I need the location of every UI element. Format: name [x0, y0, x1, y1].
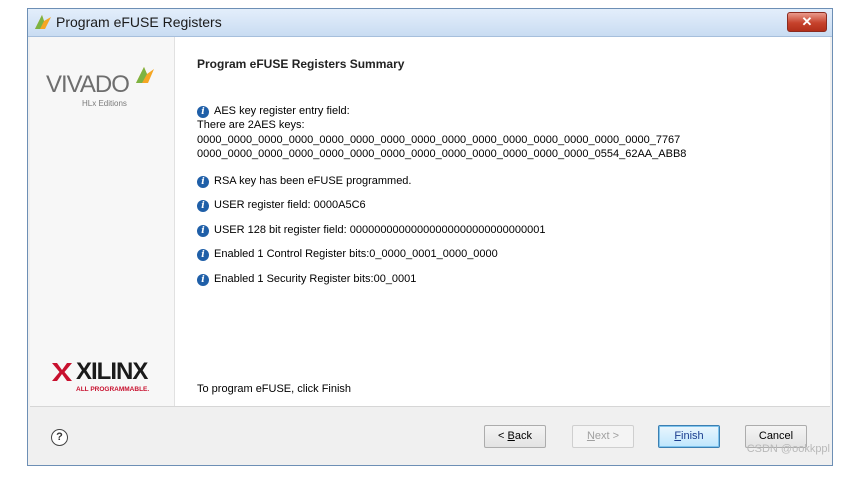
- window-title: Program eFUSE Registers: [56, 14, 222, 30]
- info-icon: i: [197, 225, 209, 237]
- control-register: Enabled 1 Control Register bits:0_0000_0…: [214, 248, 498, 260]
- next-button[interactable]: Next >: [572, 425, 634, 448]
- user128-register: USER 128 bit register field: 00000000000…: [214, 224, 546, 236]
- vivado-app-icon: [35, 15, 51, 32]
- close-icon: ✕: [801, 14, 813, 29]
- branding-panel: VIVADO HLx Editions XILINX ALL PROGRAMMA…: [30, 37, 175, 406]
- page-title: Program eFUSE Registers Summary: [197, 57, 405, 71]
- xilinx-tagline: ALL PROGRAMMABLE.: [76, 386, 150, 393]
- info-icon: i: [197, 249, 209, 261]
- security-register: Enabled 1 Security Register bits:00_0001: [214, 273, 417, 285]
- summary-panel: Program eFUSE Registers Summary i AES ke…: [197, 37, 820, 406]
- title-bar: Program eFUSE Registers ✕: [28, 9, 832, 37]
- watermark: CSDN @ookkppl: [746, 443, 830, 455]
- button-bar: ? < Back Next > Finish Cancel: [28, 407, 832, 465]
- xilinx-logo: XILINX ALL PROGRAMMABLE.: [52, 356, 162, 396]
- vivado-mark-icon: [134, 65, 156, 88]
- aes-label: AES key register entry field:: [214, 105, 350, 117]
- back-button[interactable]: < Back: [484, 425, 546, 448]
- help-button[interactable]: ?: [51, 429, 68, 446]
- xilinx-mark-icon: [52, 363, 72, 384]
- info-icon: i: [197, 176, 209, 188]
- efuse-dialog: Program eFUSE Registers ✕ VIVADO HLx Edi…: [27, 8, 833, 466]
- wizard-content: VIVADO HLx Editions XILINX ALL PROGRAMMA…: [30, 37, 830, 407]
- finish-hint: To program eFUSE, click Finish: [197, 383, 352, 395]
- user-register: USER register field: 0000A5C6: [214, 199, 366, 211]
- aes-key-2: 0000_0000_0000_0000_0000_0000_0000_0000_…: [197, 148, 687, 160]
- aes-count: There are 2AES keys:: [197, 119, 305, 131]
- help-icon: ?: [56, 431, 63, 443]
- vivado-wordmark: VIVADO: [46, 71, 130, 98]
- rsa-status: RSA key has been eFUSE programmed.: [214, 175, 412, 187]
- vivado-edition: HLx Editions: [82, 99, 127, 108]
- close-button[interactable]: ✕: [787, 12, 827, 32]
- vivado-logo: VIVADO HLx Editions: [46, 65, 156, 109]
- aes-key-1: 0000_0000_0000_0000_0000_0000_0000_0000_…: [197, 134, 681, 146]
- finish-button[interactable]: Finish: [658, 425, 720, 448]
- info-icon: i: [197, 106, 209, 118]
- info-icon: i: [197, 274, 209, 286]
- xilinx-wordmark: XILINX: [76, 358, 148, 385]
- info-icon: i: [197, 200, 209, 212]
